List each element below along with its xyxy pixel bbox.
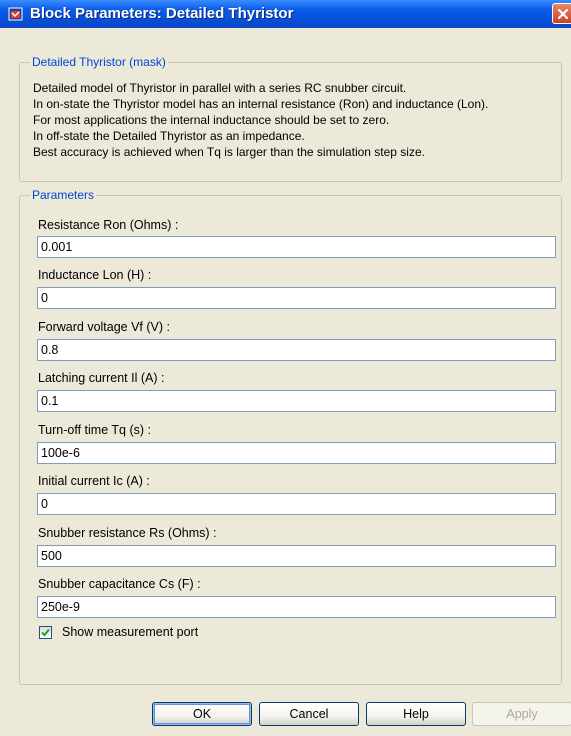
description-line: For most applications the internal induc… [33, 113, 390, 127]
rs-input[interactable] [37, 545, 556, 567]
vf-label: Forward voltage Vf (V) : [38, 320, 170, 334]
description-line: In on-state the Thyristor model has an i… [33, 97, 489, 111]
ron-label: Resistance Ron (Ohms) : [38, 218, 179, 232]
description-line: In off-state the Detailed Thyristor as a… [33, 129, 305, 143]
rs-label: Snubber resistance Rs (Ohms) : [38, 526, 217, 540]
checkmark-icon [41, 628, 50, 637]
help-button[interactable]: Help [366, 702, 466, 726]
show-measurement-label: Show measurement port [62, 625, 199, 639]
ic-label: Initial current Ic (A) : [38, 474, 150, 488]
close-icon [557, 8, 569, 20]
description-line: Detailed model of Thyristor in parallel … [33, 81, 407, 95]
cs-label: Snubber capacitance Cs (F) : [38, 577, 201, 591]
title-bar[interactable]: Block Parameters: Detailed Thyristor [0, 0, 571, 28]
il-label: Latching current Il (A) : [38, 371, 165, 385]
cancel-button[interactable]: Cancel [259, 702, 359, 726]
show-measurement-checkbox[interactable] [39, 626, 52, 639]
close-button[interactable] [552, 3, 571, 24]
window-title: Block Parameters: Detailed Thyristor [30, 5, 294, 22]
parameters-group-legend: Parameters [30, 188, 97, 202]
ic-input[interactable] [37, 493, 556, 515]
description-group-legend: Detailed Thyristor (mask) [30, 55, 168, 69]
simulink-block-icon [8, 6, 24, 22]
description-text: Detailed model of Thyristor in parallel … [33, 81, 488, 161]
lon-label: Inductance Lon (H) : [38, 268, 152, 282]
description-group: Detailed Thyristor (mask) Detailed model… [19, 55, 562, 182]
ok-button[interactable]: OK [152, 702, 252, 726]
apply-button[interactable]: Apply [472, 702, 571, 726]
il-input[interactable] [37, 390, 556, 412]
vf-input[interactable] [37, 339, 556, 361]
description-line: Best accuracy is achieved when Tq is lar… [33, 145, 425, 159]
ron-input[interactable] [37, 236, 556, 258]
cs-input[interactable] [37, 596, 556, 618]
lon-input[interactable] [37, 287, 556, 309]
tq-label: Turn-off time Tq (s) : [38, 423, 151, 437]
tq-input[interactable] [37, 442, 556, 464]
